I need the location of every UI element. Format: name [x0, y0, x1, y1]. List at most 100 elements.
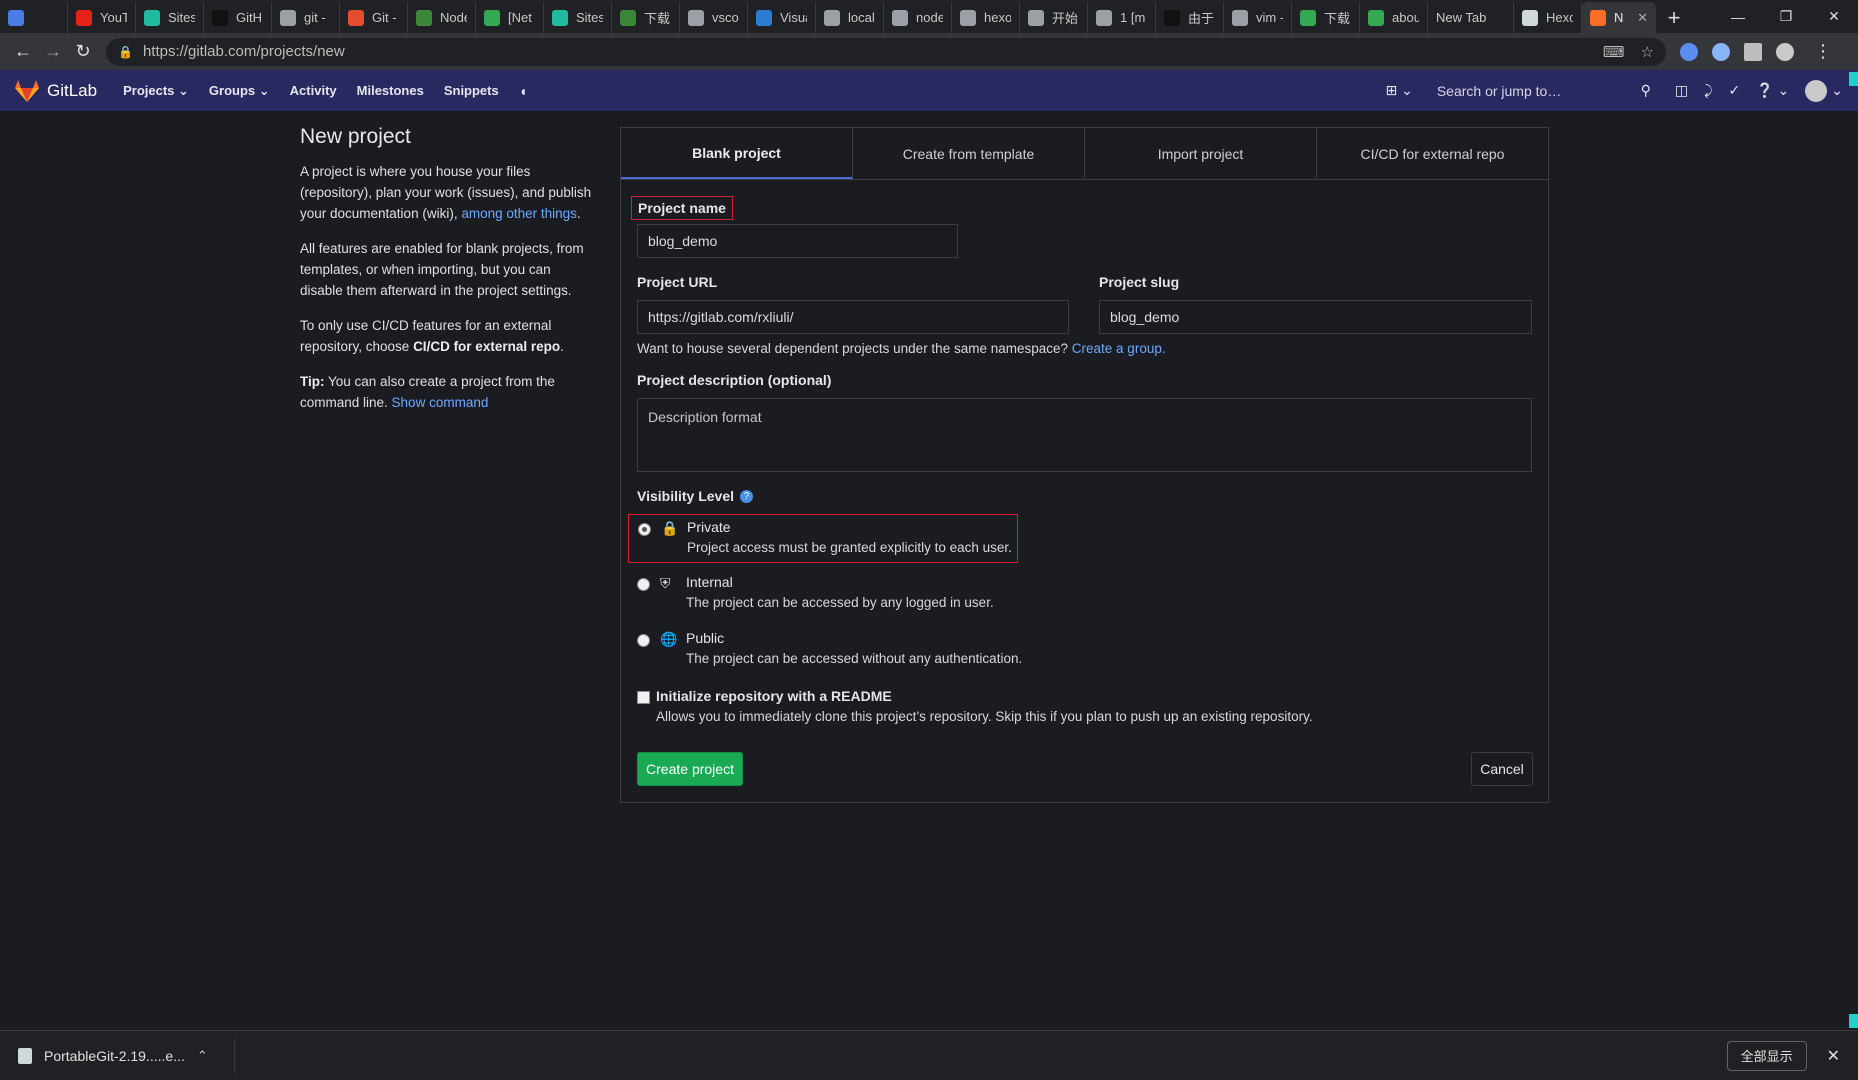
browser-tab[interactable]: local	[816, 2, 884, 33]
tab-blank-project[interactable]: Blank project	[621, 128, 853, 179]
public-radio[interactable]	[637, 634, 650, 647]
browser-tab[interactable]: git -	[272, 2, 340, 33]
search-input[interactable]	[1436, 82, 1641, 99]
extension-icon[interactable]	[1680, 42, 1698, 61]
browser-tab-active[interactable]: N ✕	[1582, 2, 1656, 33]
browser-tab[interactable]: Git -	[340, 2, 408, 33]
help-circle-icon[interactable]: ?	[740, 489, 754, 503]
readme-checkbox[interactable]	[637, 691, 650, 704]
favicon-icon	[620, 9, 636, 26]
description-label: Project description (optional)	[637, 372, 832, 388]
browser-tab[interactable]: Sites	[136, 2, 204, 33]
close-window-icon[interactable]: ✕	[1810, 8, 1858, 25]
browser-tab[interactable]: YouT	[68, 2, 136, 33]
browser-toolbar: ← → ↻ 🔒 https://gitlab.com/projects/new …	[0, 33, 1858, 70]
browser-tab[interactable]: hexo	[952, 2, 1020, 33]
visibility-private-option[interactable]: 🔒 Private Project access must be granted…	[628, 514, 1018, 563]
private-radio[interactable]	[638, 523, 651, 536]
browser-tab[interactable]: 1 [m	[1088, 2, 1156, 33]
description-textarea[interactable]: Description format	[637, 398, 1532, 472]
browser-menu-icon[interactable]: ⋮	[1808, 37, 1838, 67]
new-tab-button[interactable]: +	[1656, 2, 1692, 33]
show-command-link[interactable]: Show command	[392, 395, 489, 410]
close-tab-icon[interactable]: ✕	[1637, 10, 1648, 26]
chevron-up-icon[interactable]: ⌃	[197, 1048, 208, 1064]
search-box[interactable]: ⚲	[1428, 75, 1659, 106]
tab-import-project[interactable]: Import project	[1085, 128, 1317, 179]
create-project-button[interactable]: Create project	[637, 752, 743, 786]
gitlab-logo[interactable]: GitLab	[15, 79, 98, 102]
browser-tab[interactable]: [Net	[476, 2, 544, 33]
url-text[interactable]: https://gitlab.com/projects/new	[143, 43, 1587, 60]
favicon-icon	[552, 9, 568, 26]
tab-title: 开始	[1052, 11, 1079, 26]
tab-title: Sites	[576, 10, 603, 25]
mail-icon[interactable]	[1744, 42, 1762, 61]
browser-tab[interactable]: Hexo	[1514, 2, 1582, 33]
new-item-icon[interactable]: ⊞ ⌄	[1385, 82, 1412, 99]
browser-tab[interactable]: vim -	[1224, 2, 1292, 33]
readme-option[interactable]: Initialize repository with a README Allo…	[637, 688, 1313, 724]
among-other-things-link[interactable]: among other things	[461, 206, 577, 221]
browser-tab[interactable]: New Tab	[1428, 2, 1514, 33]
project-url-input[interactable]: https://gitlab.com/rxliuli/	[637, 300, 1069, 334]
extension-icon[interactable]	[1712, 42, 1730, 61]
description-wrap: Description format	[637, 398, 1532, 472]
project-name-input[interactable]: blog_demo	[637, 224, 958, 258]
forward-icon[interactable]: →	[38, 37, 68, 67]
tab-title: New Tab	[1436, 10, 1487, 25]
help-icon[interactable]: ❔ ⌄	[1756, 82, 1789, 99]
favicon-icon	[1300, 9, 1316, 26]
profile-avatar[interactable]	[1776, 42, 1794, 61]
todos-icon[interactable]: ✓	[1728, 82, 1740, 99]
nav-projects[interactable]: Projects ⌄	[123, 83, 189, 99]
project-url-wrap: https://gitlab.com/rxliuli/	[637, 300, 1069, 334]
internal-radio[interactable]	[637, 578, 650, 591]
download-item[interactable]: PortableGit-2.19.....e... ⌃	[18, 1037, 235, 1074]
reload-icon[interactable]: ↻	[68, 37, 98, 67]
address-bar[interactable]: 🔒 https://gitlab.com/projects/new ⌨ ☆	[106, 37, 1666, 66]
browser-tab[interactable]: Sites	[544, 2, 612, 33]
issues-icon[interactable]: ◫	[1675, 82, 1688, 99]
tab-title: YouT	[100, 10, 127, 25]
browser-tab[interactable]: 下载	[612, 2, 680, 33]
project-slug-input[interactable]: blog_demo	[1099, 300, 1532, 334]
nav-activity[interactable]: Activity	[290, 83, 337, 98]
browser-tab[interactable]: Node	[408, 2, 476, 33]
browser-tab[interactable]	[0, 2, 68, 33]
show-all-button[interactable]: 全部显示	[1726, 1040, 1807, 1071]
merge-requests-icon[interactable]: ⤸	[1704, 82, 1712, 99]
nav-milestones[interactable]: Milestones	[357, 83, 424, 98]
cancel-button[interactable]: Cancel	[1471, 752, 1533, 786]
favicon-icon	[1522, 9, 1538, 26]
back-icon[interactable]: ←	[8, 37, 38, 67]
gauge-icon[interactable]: ◖	[519, 83, 527, 99]
visibility-public-option[interactable]: 🌐 Public The project can be accessed wit…	[637, 630, 1022, 666]
tab-create-from-template[interactable]: Create from template	[853, 128, 1085, 179]
create-group-link[interactable]: Create a group.	[1072, 341, 1166, 356]
browser-tab[interactable]: 下载:	[1292, 2, 1360, 33]
avatar	[1805, 79, 1828, 102]
browser-tab[interactable]: GitH	[204, 2, 272, 33]
translate-icon[interactable]: ⌨	[1603, 43, 1625, 61]
public-label: Public	[686, 630, 725, 646]
lock-icon: 🔒	[661, 520, 679, 536]
bookmark-star-icon[interactable]: ☆	[1641, 43, 1654, 61]
minimize-icon[interactable]: —	[1714, 9, 1762, 25]
browser-tab[interactable]: Visua	[748, 2, 816, 33]
gitlab-brand: GitLab	[47, 80, 98, 100]
close-icon[interactable]: ✕	[1827, 1046, 1840, 1066]
browser-tab[interactable]: vsco	[680, 2, 748, 33]
browser-tab[interactable]: node	[884, 2, 952, 33]
tab-cicd-external-repo[interactable]: CI/CD for external repo	[1317, 128, 1548, 179]
nav-snippets[interactable]: Snippets	[444, 83, 499, 98]
browser-tab[interactable]: 由于	[1156, 2, 1224, 33]
tab-title: Visua	[780, 10, 807, 25]
nav-groups[interactable]: Groups ⌄	[209, 83, 270, 99]
restore-icon[interactable]: ❐	[1762, 8, 1810, 25]
visibility-internal-option[interactable]: ⛨ Internal The project can be accessed b…	[637, 574, 994, 610]
search-icon[interactable]: ⚲	[1641, 82, 1651, 99]
user-menu[interactable]: ⌄	[1805, 79, 1843, 102]
browser-tab[interactable]: abou	[1360, 2, 1428, 33]
browser-tab[interactable]: 开始	[1020, 2, 1088, 33]
